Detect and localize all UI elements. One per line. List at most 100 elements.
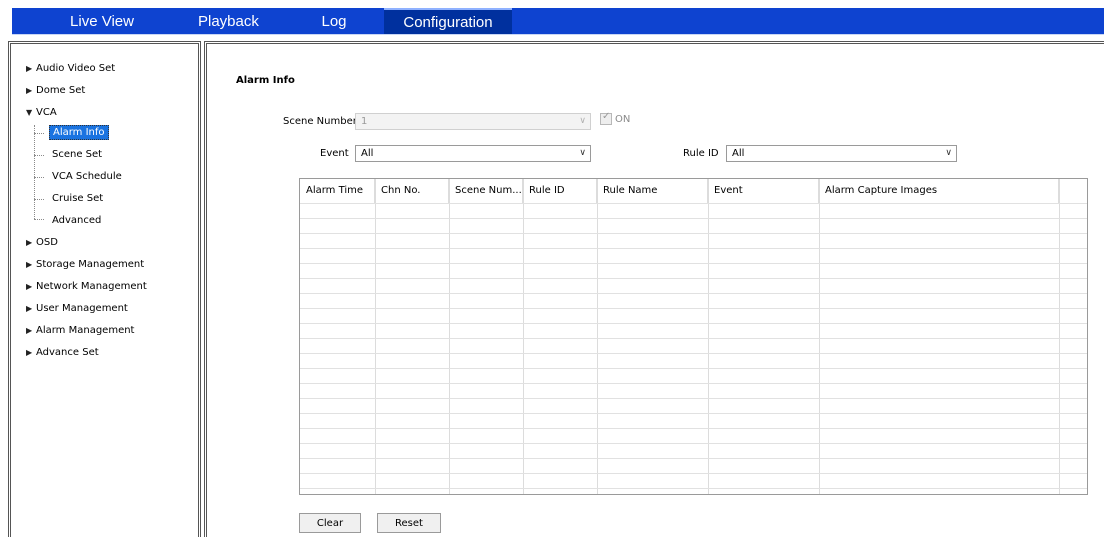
tree-connector bbox=[34, 155, 44, 156]
nav-bar: Live View Playback Log Configuration bbox=[12, 8, 1104, 34]
tab-log[interactable]: Log bbox=[264, 8, 364, 34]
sidebar-item-label: VCA Schedule bbox=[52, 171, 122, 182]
rule-id-value: All bbox=[732, 148, 745, 159]
checkbox-icon bbox=[600, 111, 612, 125]
sidebar-item-network-management[interactable]: ▶ Network Management bbox=[26, 279, 147, 295]
sidebar-item-dome-set[interactable]: ▶ Dome Set bbox=[26, 83, 85, 99]
sidebar-item-label: Storage Management bbox=[36, 259, 145, 270]
top-navigation: Live View Playback Log Configuration bbox=[0, 0, 1104, 36]
column-header-event[interactable]: Event bbox=[708, 179, 819, 203]
tab-live-view[interactable]: Live View bbox=[12, 8, 192, 34]
tree-connector bbox=[34, 199, 44, 200]
sidebar-item-audio-video-set[interactable]: ▶ Audio Video Set bbox=[26, 61, 115, 77]
sidebar-item-cruise-set[interactable]: Cruise Set bbox=[49, 191, 106, 207]
sidebar-item-label: Cruise Set bbox=[52, 193, 104, 204]
table-row bbox=[300, 458, 1087, 459]
chevron-down-icon: ∨ bbox=[579, 148, 586, 158]
sidebar-item-advanced[interactable]: Advanced bbox=[49, 213, 104, 229]
caret-down-icon: ▼ bbox=[26, 108, 33, 117]
table-row bbox=[300, 218, 1087, 219]
table-row bbox=[300, 248, 1087, 249]
table-row bbox=[300, 473, 1087, 474]
sidebar-item-label: Advanced bbox=[52, 215, 102, 226]
sidebar-item-label: Audio Video Set bbox=[36, 63, 116, 74]
table-row bbox=[300, 413, 1087, 414]
rule-id-select[interactable]: All ∨ bbox=[726, 145, 957, 162]
chevron-down-icon: ∨ bbox=[579, 116, 586, 126]
column-header-scene-num[interactable]: Scene Num... bbox=[449, 179, 523, 203]
content-panel: Alarm Info Scene Number 1 ∨ ON Event All… bbox=[204, 41, 1104, 537]
sidebar-item-label: Alarm Management bbox=[36, 325, 135, 336]
event-value: All bbox=[361, 148, 374, 159]
caret-right-icon: ▶ bbox=[26, 304, 33, 313]
sidebar-item-alarm-info[interactable]: Alarm Info bbox=[49, 125, 109, 141]
scene-number-select[interactable]: 1 ∨ bbox=[355, 113, 591, 130]
column-header-alarm-time[interactable]: Alarm Time bbox=[300, 179, 375, 203]
tree-connector bbox=[34, 177, 44, 178]
page-title: Alarm Info bbox=[236, 75, 295, 86]
caret-right-icon: ▶ bbox=[26, 64, 33, 73]
table-column-divider bbox=[1059, 179, 1060, 494]
column-header-chn-no[interactable]: Chn No. bbox=[375, 179, 449, 203]
sidebar-item-vca-schedule[interactable]: VCA Schedule bbox=[49, 169, 125, 185]
tab-configuration[interactable]: Configuration bbox=[384, 8, 512, 34]
sidebar-item-scene-set[interactable]: Scene Set bbox=[49, 147, 105, 163]
table-row bbox=[300, 488, 1087, 489]
column-header-rule-name[interactable]: Rule Name bbox=[597, 179, 708, 203]
table-row bbox=[300, 443, 1087, 444]
table-row bbox=[300, 263, 1087, 264]
table-column-divider bbox=[375, 179, 376, 494]
reset-button[interactable]: Reset bbox=[377, 513, 441, 533]
rule-id-label: Rule ID bbox=[683, 148, 719, 159]
table-column-divider bbox=[523, 179, 524, 494]
caret-right-icon: ▶ bbox=[26, 260, 33, 269]
sidebar-item-osd[interactable]: ▶ OSD bbox=[26, 235, 58, 251]
table-row bbox=[300, 428, 1087, 429]
sidebar-item-alarm-management[interactable]: ▶ Alarm Management bbox=[26, 323, 134, 339]
column-header-alarm-capture-images[interactable]: Alarm Capture Images bbox=[819, 179, 1059, 203]
table-column-divider bbox=[597, 179, 598, 494]
caret-right-icon: ▶ bbox=[26, 238, 33, 247]
sidebar-item-label: Advance Set bbox=[36, 347, 99, 358]
sidebar-item-label: Dome Set bbox=[36, 85, 86, 96]
caret-right-icon: ▶ bbox=[26, 86, 33, 95]
table-column-divider bbox=[819, 179, 820, 494]
tree-connector bbox=[34, 125, 35, 219]
chevron-down-icon: ∨ bbox=[945, 148, 952, 158]
table-row bbox=[300, 368, 1087, 369]
sidebar-item-label: OSD bbox=[36, 237, 58, 248]
caret-right-icon: ▶ bbox=[26, 282, 33, 291]
sidebar-item-user-management[interactable]: ▶ User Management bbox=[26, 301, 128, 317]
table-row bbox=[300, 353, 1087, 354]
table-row bbox=[300, 338, 1087, 339]
scene-on-checkbox[interactable]: ON bbox=[600, 111, 631, 125]
sidebar-item-vca[interactable]: ▼ VCA bbox=[26, 105, 57, 121]
scene-number-value: 1 bbox=[361, 116, 368, 127]
table-row bbox=[300, 203, 1087, 204]
nav-divider bbox=[12, 34, 1104, 35]
sidebar-item-advance-set[interactable]: ▶ Advance Set bbox=[26, 345, 99, 361]
tree-connector bbox=[34, 219, 44, 220]
table-row bbox=[300, 398, 1087, 399]
table-row bbox=[300, 293, 1087, 294]
tab-playback[interactable]: Playback bbox=[192, 8, 264, 34]
table-row bbox=[300, 278, 1087, 279]
clear-button[interactable]: Clear bbox=[299, 513, 361, 533]
table-header: Alarm Time Chn No. Scene Num... Rule ID … bbox=[300, 179, 1087, 203]
event-label: Event bbox=[320, 148, 349, 159]
table-column-divider bbox=[708, 179, 709, 494]
sidebar-item-storage-management[interactable]: ▶ Storage Management bbox=[26, 257, 144, 273]
table-row bbox=[300, 233, 1087, 234]
event-select[interactable]: All ∨ bbox=[355, 145, 591, 162]
sidebar-item-label: User Management bbox=[36, 303, 128, 314]
sidebar-item-label: Network Management bbox=[36, 281, 147, 292]
column-header-rule-id[interactable]: Rule ID bbox=[523, 179, 597, 203]
sidebar-item-label: Alarm Info bbox=[49, 125, 109, 140]
table-row bbox=[300, 308, 1087, 309]
scene-on-label: ON bbox=[615, 113, 631, 125]
sidebar-item-label: VCA bbox=[36, 107, 57, 118]
sidebar-tree: ▶ Audio Video Set ▶ Dome Set ▼ VCA Alarm In… bbox=[8, 41, 201, 537]
scene-number-label: Scene Number bbox=[283, 116, 357, 127]
tree-connector bbox=[34, 133, 44, 134]
alarm-table: Alarm Time Chn No. Scene Num... Rule ID … bbox=[299, 178, 1088, 495]
